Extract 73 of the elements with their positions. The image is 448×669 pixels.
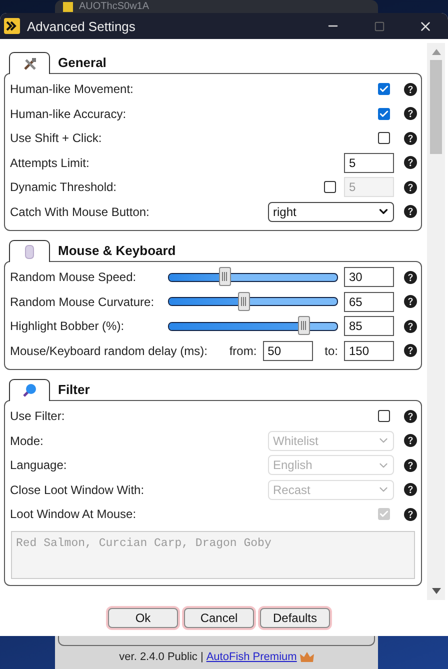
- help-icon[interactable]: [404, 82, 417, 96]
- slider[interactable]: [168, 267, 338, 288]
- app-icon: [4, 18, 20, 34]
- checkbox[interactable]: [378, 132, 390, 144]
- scroll-down-icon[interactable]: [432, 588, 440, 594]
- dropdown[interactable]: right: [268, 202, 394, 222]
- checkbox[interactable]: [378, 83, 390, 96]
- setting-label: Catch With Mouse Button:: [10, 204, 150, 219]
- help-icon[interactable]: [404, 180, 417, 194]
- slider[interactable]: [168, 316, 338, 336]
- help-icon[interactable]: [404, 410, 417, 423]
- mouse-icon: [25, 244, 34, 258]
- help-icon[interactable]: [404, 320, 417, 333]
- from-label: from:: [229, 344, 257, 358]
- help-icon[interactable]: [404, 132, 417, 145]
- setting-label: Highlight Bobber (%):: [10, 319, 126, 334]
- scrollbar[interactable]: [427, 43, 445, 600]
- search-icon: [22, 383, 37, 398]
- slider[interactable]: [168, 292, 338, 312]
- setting-label: Human-like Accuracy:: [10, 106, 128, 121]
- setting-label: Random Mouse Speed:: [10, 270, 138, 284]
- app-icon: [63, 2, 73, 12]
- help-icon[interactable]: [404, 458, 417, 472]
- setting-label: Language:: [10, 458, 68, 472]
- section-title: Mouse & Keyboard: [58, 243, 176, 258]
- tools-icon: [22, 56, 36, 70]
- slider-thumb[interactable]: [218, 267, 231, 286]
- help-icon[interactable]: [404, 156, 417, 170]
- section-tab[interactable]: [9, 52, 50, 74]
- number-field[interactable]: 5: [344, 152, 394, 173]
- number-field[interactable]: 50: [262, 340, 313, 361]
- checkbox[interactable]: [378, 108, 390, 120]
- dialog-button[interactable]: Defaults: [260, 608, 330, 628]
- help-icon[interactable]: [404, 205, 417, 218]
- slider-thumb[interactable]: [298, 316, 310, 336]
- section-tab[interactable]: [9, 379, 50, 401]
- section-tab[interactable]: [9, 240, 50, 262]
- help-icon[interactable]: [404, 295, 417, 308]
- number-field[interactable]: 85: [344, 316, 394, 336]
- setting-label: Mouse/Keyboard random delay (ms):: [10, 344, 208, 358]
- section-title: Filter: [58, 382, 90, 397]
- scrollbar-thumb[interactable]: [430, 60, 442, 154]
- help-icon[interactable]: [404, 434, 417, 448]
- slider-thumb[interactable]: [238, 292, 250, 311]
- setting-label: Use Filter:: [10, 409, 66, 424]
- checkbox[interactable]: [324, 181, 336, 194]
- number-field[interactable]: 30: [344, 267, 394, 288]
- setting-label: Loot Window At Mouse:: [10, 507, 138, 522]
- window-title: Advanced Settings: [27, 18, 136, 34]
- crown-icon: [300, 652, 314, 662]
- number-field[interactable]: 150: [344, 340, 394, 361]
- help-icon[interactable]: [404, 107, 417, 120]
- number-field[interactable]: 65: [344, 292, 394, 312]
- checkbox[interactable]: [378, 410, 390, 422]
- to-label: to:: [324, 344, 338, 358]
- maximize-icon: [374, 20, 384, 32]
- setting-label: Human-like Movement:: [10, 82, 134, 96]
- version-text: ver. 2.4.0 Public |: [119, 651, 204, 663]
- setting-label: Close Loot Window With:: [10, 482, 146, 497]
- help-icon[interactable]: [404, 344, 417, 358]
- setting-label: Mode:: [10, 434, 44, 448]
- dialog-button[interactable]: Ok: [108, 608, 178, 628]
- setting-label: Use Shift + Click:: [10, 131, 103, 146]
- help-icon[interactable]: [404, 508, 417, 521]
- section-title: General: [58, 55, 106, 70]
- premium-link[interactable]: AutoFish Premium: [206, 651, 297, 663]
- dialog-button[interactable]: Cancel: [184, 608, 254, 628]
- setting-label: Dynamic Threshold:: [10, 180, 118, 194]
- help-icon[interactable]: [404, 270, 417, 284]
- window-title: AUOThcS0w1A: [79, 0, 150, 12]
- setting-label: Attempts Limit:: [10, 156, 90, 170]
- help-icon[interactable]: [404, 483, 417, 496]
- setting-label: Random Mouse Curvature:: [10, 294, 156, 309]
